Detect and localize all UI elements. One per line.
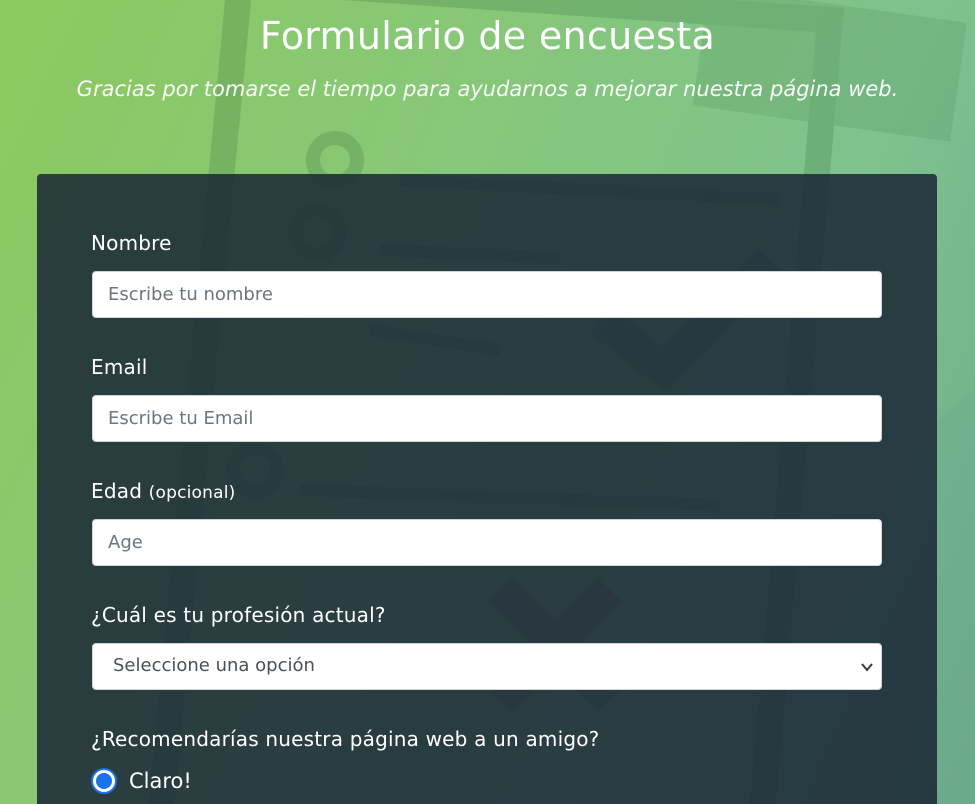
age-label: Edad	[91, 479, 143, 503]
email-input[interactable]	[92, 395, 882, 442]
profession-select-value: Seleccione una opción	[113, 655, 315, 676]
page-title: Formulario de encuesta	[259, 14, 716, 58]
name-input[interactable]	[92, 271, 882, 318]
age-optional-note: (opcional)	[148, 483, 236, 503]
chevron-down-icon	[859, 659, 875, 679]
profession-label: ¿Cuál es tu profesión actual?	[91, 603, 386, 627]
recommend-option-claro[interactable]: Claro!	[91, 768, 192, 794]
age-label-row: Edad (opcional)	[91, 479, 236, 503]
radio-checked-dot	[96, 773, 112, 789]
radio-label: Claro!	[129, 769, 192, 793]
recommend-question: ¿Recomendarías nuestra página web a un a…	[91, 727, 600, 751]
age-input[interactable]	[92, 519, 882, 566]
page-subtitle: Gracias por tomarse el tiempo para ayuda…	[76, 77, 899, 101]
radio-button[interactable]	[91, 768, 117, 794]
name-label: Nombre	[91, 231, 172, 255]
profession-select[interactable]: Seleccione una opción	[92, 643, 882, 690]
email-label: Email	[91, 355, 148, 379]
